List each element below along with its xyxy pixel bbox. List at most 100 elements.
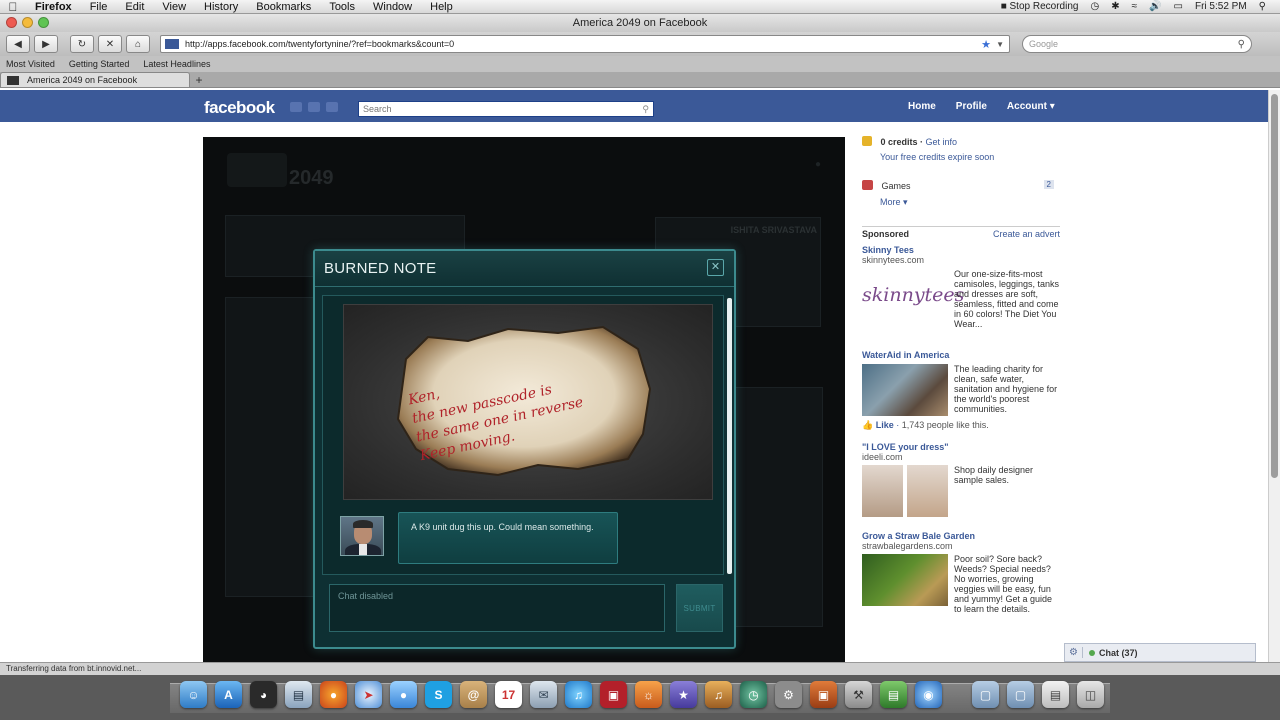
battery-icon[interactable]: ▭	[1174, 1, 1183, 12]
reload-button[interactable]: ↻	[70, 35, 94, 53]
modal-scroll-thumb[interactable]	[727, 298, 732, 574]
app-store-icon[interactable]: A	[215, 681, 242, 708]
preview-icon[interactable]: ▤	[285, 681, 312, 708]
documents-folder-icon[interactable]: ▢	[1007, 681, 1034, 708]
ad-image-wateraid[interactable]	[862, 364, 948, 416]
skype-icon[interactable]: S	[425, 681, 452, 708]
ad-wateraid[interactable]: WaterAid in America The leading charity …	[862, 350, 1060, 430]
itunes-icon[interactable]: ♫	[565, 681, 592, 708]
address-book-icon[interactable]: @	[460, 681, 487, 708]
downloads-stack-icon[interactable]: ▤	[1042, 681, 1069, 708]
system-preferences-icon[interactable]: ⚙	[775, 681, 802, 708]
photo-booth-icon[interactable]: ▣	[600, 681, 627, 708]
iphoto-icon[interactable]: ☼	[635, 681, 662, 708]
notifications-icon[interactable]	[326, 102, 338, 112]
ichat-icon[interactable]: ●	[390, 681, 417, 708]
firefox-icon[interactable]: ●	[320, 681, 347, 708]
chat-options-icon[interactable]: ⚙	[1065, 647, 1083, 658]
garageband-icon[interactable]: ♫	[705, 681, 732, 708]
menu-edit[interactable]: Edit	[116, 1, 153, 13]
messages-icon[interactable]	[308, 102, 320, 112]
bluetooth-icon[interactable]: ✱	[1111, 1, 1119, 12]
search-icon[interactable]: ⚲	[1238, 39, 1245, 50]
imovie-icon[interactable]: ★	[670, 681, 697, 708]
get-info-link[interactable]: Get info	[926, 137, 958, 147]
nav-profile[interactable]: Profile	[956, 101, 987, 112]
tab-america-2049[interactable]: America 2049 on Facebook	[0, 72, 190, 87]
spotlight-icon[interactable]: ⚲	[1259, 1, 1266, 12]
page-scroll-thumb[interactable]	[1271, 94, 1278, 478]
facebook-logo[interactable]: facebook	[204, 98, 275, 118]
dashboard-icon[interactable]: ◕	[250, 681, 277, 708]
time-machine-icon[interactable]: ◷	[1090, 1, 1099, 12]
ical-icon[interactable]: 17	[495, 681, 522, 708]
menu-tools[interactable]: Tools	[320, 1, 364, 13]
search-engine-box[interactable]: Google ⚲	[1022, 35, 1252, 53]
friend-requests-icon[interactable]	[290, 102, 302, 112]
recording-status[interactable]: ■ Stop Recording	[1001, 1, 1079, 12]
burned-note-image: Ken, the new passcode is the same one in…	[343, 304, 713, 500]
zoom-window-button[interactable]	[38, 17, 49, 28]
menu-bookmarks[interactable]: Bookmarks	[247, 1, 320, 13]
trash-icon[interactable]: ◫	[1077, 681, 1104, 708]
credits-expire-note[interactable]: Your free credits expire soon	[880, 152, 994, 162]
forward-button[interactable]: ▶	[34, 35, 58, 53]
menu-help[interactable]: Help	[421, 1, 462, 13]
time-machine-dock-icon[interactable]: ◷	[740, 681, 767, 708]
ad-image-ideeli[interactable]	[862, 465, 948, 517]
ad-skinny-tees[interactable]: Skinny Tees skinnytees.com skinnytees Ou…	[862, 245, 1060, 345]
wifi-icon[interactable]: ≈	[1132, 1, 1138, 12]
apple-icon[interactable]: 	[0, 0, 26, 14]
create-advert-link[interactable]: Create an advert	[993, 229, 1060, 239]
bookmark-getting-started[interactable]: Getting Started	[69, 59, 130, 69]
url-bar[interactable]: http://apps.facebook.com/twentyfortynine…	[160, 35, 1010, 53]
stop-load-icon: ✕	[105, 38, 115, 50]
url-dropdown-icon[interactable]: ▼	[996, 40, 1004, 49]
utilities-icon[interactable]: ⚒	[845, 681, 872, 708]
bookmark-latest-headlines[interactable]: Latest Headlines	[143, 59, 210, 69]
menu-history[interactable]: History	[195, 1, 247, 13]
facebook-search-icon[interactable]: ⚲	[642, 102, 649, 116]
chat-input[interactable]: Chat disabled	[329, 584, 665, 632]
new-tab-icon[interactable]: +	[190, 73, 208, 87]
menu-firefox[interactable]: Firefox	[26, 1, 81, 13]
menu-clock[interactable]: Fri 5:52 PM	[1195, 1, 1247, 12]
games-link[interactable]: Games	[862, 180, 1058, 191]
modal-scrollbar[interactable]	[727, 298, 732, 574]
ad-like-link[interactable]: 👍 Like · 1,743 people like this.	[862, 420, 989, 431]
network-icon[interactable]: ◉	[915, 681, 942, 708]
page-scrollbar[interactable]	[1268, 90, 1280, 663]
ad-title[interactable]: WaterAid in America	[862, 350, 1060, 360]
stop-button[interactable]: ✕	[98, 35, 122, 53]
ad-image-skinnytees[interactable]: skinnytees	[862, 269, 964, 321]
nav-account[interactable]: Account ▾	[1007, 101, 1055, 112]
menu-view[interactable]: View	[153, 1, 195, 13]
facebook-search-input[interactable]: Search ⚲	[358, 101, 654, 117]
safari-icon[interactable]: ➤	[355, 681, 382, 708]
close-icon[interactable]: ✕	[707, 259, 724, 276]
numbers-icon[interactable]: ▤	[880, 681, 907, 708]
applications-folder-icon[interactable]: ▢	[972, 681, 999, 708]
submit-button[interactable]: SUBMIT	[676, 584, 723, 632]
menu-file[interactable]: File	[81, 1, 117, 13]
mail-icon[interactable]: ✉	[530, 681, 557, 708]
ad-straw-bale-garden[interactable]: Grow a Straw Bale Garden strawbalegarden…	[862, 531, 1060, 631]
bookmark-star-icon[interactable]: ★	[981, 38, 991, 51]
photo-icon[interactable]: ▣	[810, 681, 837, 708]
ad-image-garden[interactable]	[862, 554, 948, 606]
ad-ideeli[interactable]: "I LOVE your dress" ideeli.com Shop dail…	[862, 442, 1060, 522]
back-button[interactable]: ◀	[6, 35, 30, 53]
volume-icon[interactable]: 🔊	[1149, 1, 1161, 12]
ad-title[interactable]: Skinny Tees	[862, 245, 1060, 255]
minimize-window-button[interactable]	[22, 17, 33, 28]
menu-window[interactable]: Window	[364, 1, 421, 13]
ad-title[interactable]: "I LOVE your dress"	[862, 442, 1060, 452]
chat-bar[interactable]: ⚙ Chat (37)	[1064, 643, 1256, 662]
ad-title[interactable]: Grow a Straw Bale Garden	[862, 531, 1060, 541]
home-button[interactable]: ⌂	[126, 35, 150, 53]
finder-icon[interactable]: ☺	[180, 681, 207, 708]
bookmark-most-visited[interactable]: Most Visited	[6, 59, 55, 69]
nav-home[interactable]: Home	[908, 101, 936, 112]
close-window-button[interactable]	[6, 17, 17, 28]
more-link[interactable]: More ▾	[880, 197, 1058, 208]
